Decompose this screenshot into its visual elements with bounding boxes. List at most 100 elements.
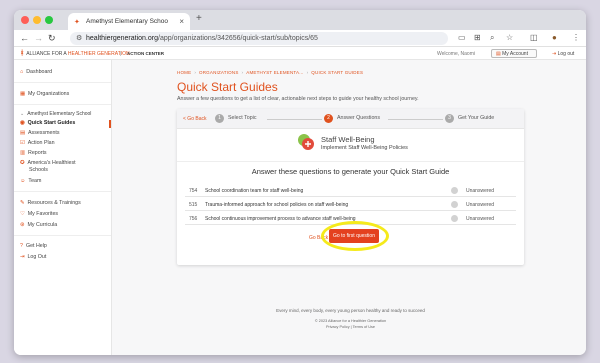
breadcrumb-home[interactable]: HOME [177, 70, 191, 75]
footer-copyright: © 2023 Alliance for a Healthier Generati… [314, 319, 387, 323]
divider [14, 235, 111, 236]
step-answer-questions: 2 Answer Questions [324, 114, 380, 123]
team-icon: ☺ [20, 178, 26, 184]
help-icon: ? [20, 243, 23, 249]
sidebar-label: America's Healthiest [27, 160, 76, 166]
bookmark-star-icon[interactable]: ☆ [506, 33, 513, 42]
sidebar-item-school[interactable]: ⌄ Amethyst Elementary School [20, 111, 91, 117]
breadcrumb-organizations[interactable]: ORGANIZATIONS [199, 70, 239, 75]
my-account-button[interactable]: ▤ My Account [491, 49, 537, 58]
resources-icon: ✎ [20, 200, 25, 206]
staff-wellbeing-icon [298, 134, 314, 150]
sidebar-label: My Organizations [28, 91, 70, 97]
home-icon: ⌂ [20, 69, 24, 75]
chart-icon: ▥ [20, 150, 26, 156]
web-page: ᚼ ALLIANCE FOR A HEALTHIER GENERATION ACT… [14, 47, 586, 355]
sidebar-item-healthiest-schools[interactable]: ✪ America's Healthiest [20, 160, 76, 166]
sidebar-label: Action Plan [27, 140, 55, 146]
breadcrumb-separator: › [306, 70, 309, 75]
main-content: HOME › ORGANIZATIONS › AMETHYST ELEMENTA... ›… [112, 60, 586, 355]
sidebar-item-action-plan[interactable]: ☑ Action Plan [20, 140, 55, 146]
sidebar-item-help[interactable]: ? Get Help [20, 243, 47, 249]
checklist-icon: ☑ [20, 140, 25, 146]
question-text: School coordination team for staff well-… [205, 188, 304, 194]
stepper: < Go Back 1 Select Topic 2 Answer Question… [177, 109, 524, 129]
step-connector [388, 119, 443, 120]
status-dot-icon [451, 201, 458, 208]
go-back-link[interactable]: < Go Back [183, 116, 206, 122]
cast-icon[interactable]: ▭ [458, 33, 466, 42]
sidebar-item-dashboard[interactable]: ⌂ Dashboard [20, 69, 52, 75]
browser-window: ✦ Amethyst Elementary Schoo × + ← → ↻ ⚙ … [14, 10, 586, 355]
browser-tab[interactable]: ✦ Amethyst Elementary Schoo × [68, 13, 190, 30]
site-header: ᚼ ALLIANCE FOR A HEALTHIER GENERATION ACT… [14, 47, 586, 60]
divider [14, 104, 111, 105]
close-tab-icon[interactable]: × [179, 17, 184, 26]
question-text: Trauma-informed approach for school poli… [205, 202, 349, 208]
site-info-icon[interactable]: ⚙ [76, 34, 82, 42]
sidebar-item-reports[interactable]: ▥ Reports [20, 150, 47, 156]
sidebar-label: Amethyst Elementary School [27, 111, 92, 117]
sidebar-item-favorites[interactable]: ♡ My Favorites [20, 211, 58, 217]
topic-policy: Implement Staff Well-Being Policies [321, 145, 408, 151]
sidebar-label: Dashboard [26, 69, 53, 75]
step-label: Answer Questions [337, 115, 380, 121]
sidebar-item-logout[interactable]: ⇥ Log Out [20, 254, 46, 260]
step-number: 3 [445, 114, 454, 123]
sidebar-label: Reports [28, 150, 47, 156]
question-row[interactable]: 754 School coordination team for staff w… [185, 184, 516, 197]
sidebar-item-curricula[interactable]: ⊛ My Curricula [20, 222, 57, 228]
tab-bar: ✦ Amethyst Elementary Schoo × + [14, 10, 586, 30]
url-field[interactable]: ⚙ healthiergeneration.org/app/organizati… [70, 32, 448, 45]
building-icon: ▦ [20, 91, 26, 97]
divider [14, 82, 111, 83]
step-label: Get Your Guide [458, 115, 495, 121]
sidebar-label: My Favorites [27, 211, 59, 217]
question-text: School continuous improvement process to… [205, 216, 356, 222]
step-connector [267, 119, 322, 120]
breadcrumb-school[interactable]: AMETHYST ELEMENTA... [246, 70, 303, 75]
question-row[interactable]: 515 Trauma-informed approach for school … [185, 198, 516, 211]
topic-name: Staff Well-Being [321, 135, 375, 144]
step-get-guide: 3 Get Your Guide [445, 114, 494, 123]
sidebar-icon[interactable]: ◫ [530, 33, 538, 42]
step-number: 1 [215, 114, 224, 123]
divider [14, 191, 111, 192]
sidebar-item-quick-start[interactable]: ◉ Quick Start Guides [20, 120, 75, 126]
question-number: 515 [189, 202, 198, 208]
breadcrumb-separator: › [194, 70, 197, 75]
close-window-button[interactable] [21, 16, 29, 24]
maximize-window-button[interactable] [45, 16, 53, 24]
new-tab-button[interactable]: + [196, 13, 202, 24]
forward-icon[interactable]: → [34, 33, 43, 43]
welcome-text: Welcome, Naomi [437, 51, 475, 57]
breadcrumb: HOME › ORGANIZATIONS › AMETHYST ELEMENTA... ›… [177, 70, 363, 75]
sidebar-label: Team [28, 178, 42, 184]
logout-link[interactable]: ⇥ Log out [552, 51, 574, 57]
heart-icon: ♡ [20, 211, 25, 217]
browser-menu-icon[interactable]: ⋮ [572, 33, 580, 42]
page-subtitle: Answer a few questions to get a list of … [177, 96, 419, 102]
question-number: 754 [189, 188, 198, 194]
footer-links[interactable]: Privacy Policy | Terms of Use [177, 325, 524, 329]
site-favicon-icon: ✦ [74, 19, 80, 26]
sidebar-label: Quick Start Guides [27, 120, 76, 126]
question-status: Unanswered [466, 216, 495, 222]
profile-avatar-icon[interactable]: ● [552, 33, 557, 42]
sidebar-label: My Curricula [27, 222, 58, 228]
site-logo[interactable]: ᚼ ALLIANCE FOR A HEALTHIER GENERATION [20, 50, 130, 57]
back-icon[interactable]: ← [20, 33, 29, 43]
step-label: Select Topic [228, 115, 257, 121]
zoom-icon[interactable]: ⌕ [490, 33, 494, 43]
sidebar-item-organizations[interactable]: ▦ My Organizations [20, 91, 69, 97]
minimize-window-button[interactable] [33, 16, 41, 24]
breadcrumb-current: QUICK START GUIDES [311, 70, 364, 75]
sidebar-item-healthiest-schools-line2[interactable]: Schools [29, 167, 48, 173]
sidebar-item-assessments[interactable]: ▤ Assessments [20, 130, 60, 136]
sidebar-item-resources[interactable]: ✎ Resources & Trainings [20, 200, 81, 206]
sidebar-item-team[interactable]: ☺ Team [20, 178, 41, 184]
footer-tagline: Every mind, every body, every young pers… [276, 308, 425, 313]
reload-icon[interactable]: ↻ [48, 33, 56, 44]
translate-icon[interactable]: ⊞ [474, 33, 481, 42]
active-indicator [109, 120, 111, 128]
